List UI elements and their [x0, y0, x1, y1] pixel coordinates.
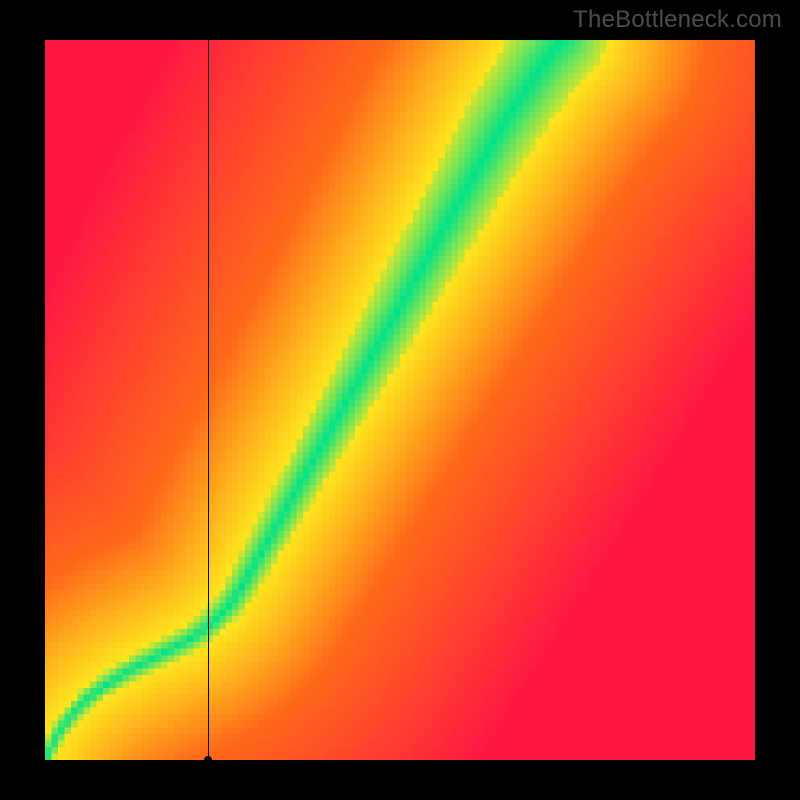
plot-area [45, 40, 755, 760]
marker-vertical-line [208, 40, 209, 760]
stage: TheBottleneck.com [0, 0, 800, 800]
heatmap-canvas [45, 40, 755, 760]
marker-dot [204, 756, 212, 764]
watermark-label: TheBottleneck.com [573, 6, 782, 34]
